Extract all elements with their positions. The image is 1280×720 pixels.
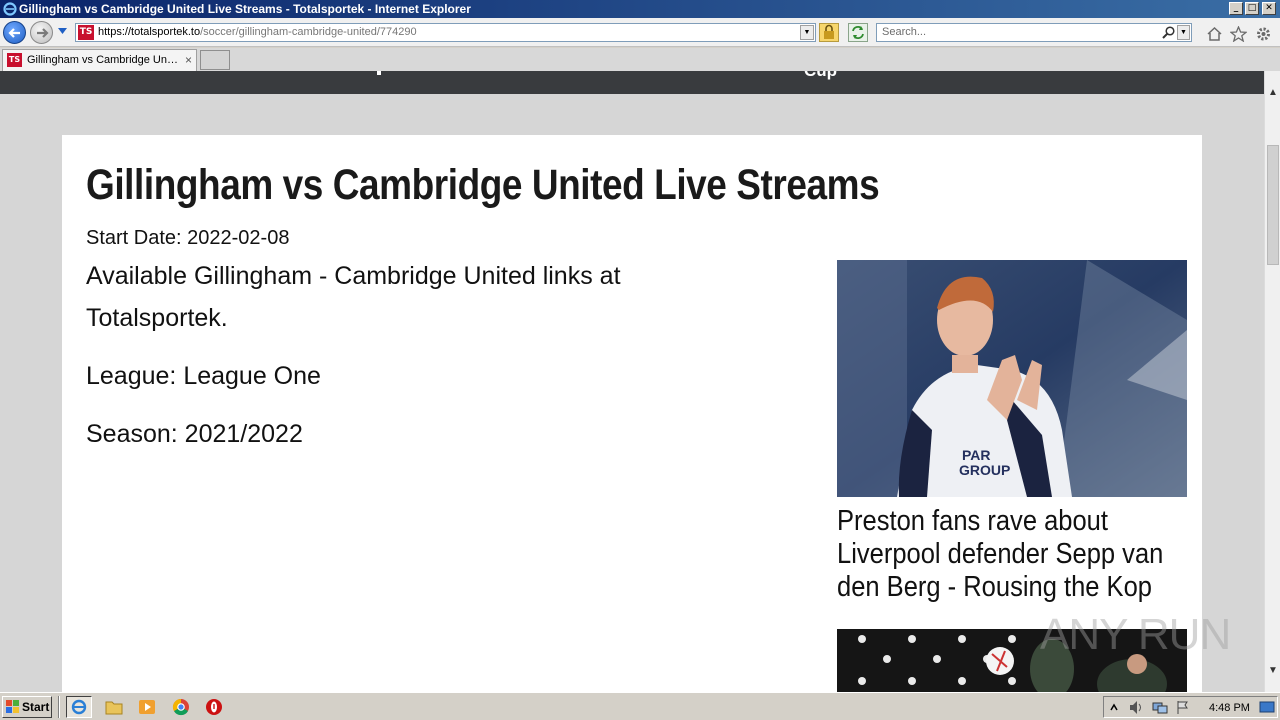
network-icon[interactable] — [1152, 700, 1168, 715]
taskbar: Start 4:48 PM — [0, 692, 1280, 720]
scroll-up-icon[interactable]: ▲ — [1265, 85, 1280, 101]
internet-explorer-icon — [71, 699, 87, 715]
back-button[interactable] — [3, 21, 26, 44]
arrow-left-icon — [8, 28, 20, 38]
home-icon[interactable] — [1206, 26, 1223, 42]
internet-explorer-icon — [3, 2, 17, 16]
page-viewport: Cup Gillingham vs Cambridge United Live … — [0, 71, 1264, 692]
history-dropdown-icon[interactable] — [58, 28, 67, 34]
security-lock-button[interactable] — [819, 23, 839, 42]
content-card: Gillingham vs Cambridge United Live Stre… — [62, 135, 1202, 692]
url-text: https://totalsportek.to/soccer/gillingha… — [98, 24, 417, 41]
action-center-flag-icon[interactable] — [1176, 700, 1190, 715]
search-input[interactable]: Search... ▼ — [876, 23, 1192, 42]
windows-flag-icon — [6, 700, 19, 713]
search-placeholder: Search... — [882, 26, 927, 38]
system-tray: 4:48 PM — [1103, 696, 1278, 718]
tab-active[interactable]: TS Gillingham vs Cambridge Unit... × — [2, 49, 197, 71]
scroll-down-icon[interactable]: ▼ — [1265, 663, 1280, 679]
chrome-icon[interactable] — [171, 698, 191, 716]
quicklaunch-ie[interactable] — [66, 696, 92, 718]
tab-favicon-icon: TS — [7, 53, 22, 67]
arrow-right-icon — [37, 28, 49, 38]
search-icon[interactable] — [1162, 26, 1175, 39]
tab-bar: TS Gillingham vs Cambridge Unit... × — [0, 48, 1280, 71]
folder-icon[interactable] — [104, 698, 124, 716]
news-image-footballer[interactable]: PAR GROUP — [837, 260, 1187, 497]
window-title: Gillingham vs Cambridge United Live Stre… — [19, 2, 471, 16]
address-toolbar: TS https://totalsportek.to/soccer/gillin… — [0, 18, 1280, 47]
tray-expand-icon[interactable] — [1110, 702, 1118, 712]
site-favicon-icon: TS — [78, 25, 94, 40]
maximize-button[interactable]: □ — [1245, 2, 1259, 15]
address-dropdown-button[interactable]: ▼ — [800, 25, 814, 40]
vertical-scrollbar[interactable]: ▲ ▼ — [1264, 71, 1280, 692]
minimize-button[interactable]: _ — [1229, 2, 1243, 15]
url-host: https://totalsportek.to — [98, 26, 201, 38]
start-label: Start — [22, 700, 50, 714]
scroll-thumb[interactable] — [1267, 145, 1279, 265]
availability-text: Available Gillingham - Cambridge United … — [86, 262, 621, 332]
nav-item-fragment[interactable] — [377, 71, 381, 75]
volume-icon[interactable] — [1128, 700, 1144, 715]
new-tab-button[interactable] — [200, 50, 230, 70]
show-desktop-icon[interactable] — [1259, 700, 1275, 715]
league-text: League: League One — [86, 362, 321, 390]
svg-text:PAR: PAR — [962, 447, 991, 463]
address-input[interactable]: TS https://totalsportek.to/soccer/gillin… — [75, 23, 816, 42]
url-path: /soccer/gillingham-cambridge-united/7742… — [200, 26, 417, 38]
start-button[interactable]: Start — [2, 696, 52, 718]
media-player-icon[interactable] — [137, 698, 157, 716]
tab-label: Gillingham vs Cambridge Unit... — [27, 54, 179, 66]
forward-button[interactable] — [30, 21, 53, 44]
close-button[interactable]: ✕ — [1262, 2, 1276, 15]
taskbar-separator — [58, 696, 60, 718]
nav-item-cup[interactable]: Cup — [804, 71, 837, 81]
padlock-icon — [824, 24, 834, 39]
clock: 4:48 PM — [1209, 702, 1250, 714]
search-dropdown-button[interactable]: ▼ — [1177, 25, 1190, 40]
start-date: Start Date: 2022-02-08 — [86, 227, 290, 249]
page-title: Gillingham vs Cambridge United Live Stre… — [86, 161, 880, 209]
window-titlebar: Gillingham vs Cambridge United Live Stre… — [0, 0, 1280, 18]
settings-gear-icon[interactable] — [1255, 26, 1272, 42]
anyrun-watermark-logo: ANY RUN — [1040, 610, 1231, 659]
opera-icon[interactable] — [204, 698, 224, 716]
favorites-star-icon[interactable] — [1230, 26, 1247, 42]
footballer-applauding-image: PAR GROUP — [837, 260, 1187, 497]
refresh-button[interactable] — [848, 23, 868, 42]
refresh-icon — [852, 26, 864, 39]
site-nav-bar: Cup — [0, 71, 1264, 94]
news-headline[interactable]: Preston fans rave about Liverpool defend… — [837, 505, 1189, 604]
season-text: Season: 2021/2022 — [86, 420, 303, 448]
svg-text:GROUP: GROUP — [959, 462, 1010, 478]
tab-close-icon[interactable]: × — [185, 50, 192, 70]
